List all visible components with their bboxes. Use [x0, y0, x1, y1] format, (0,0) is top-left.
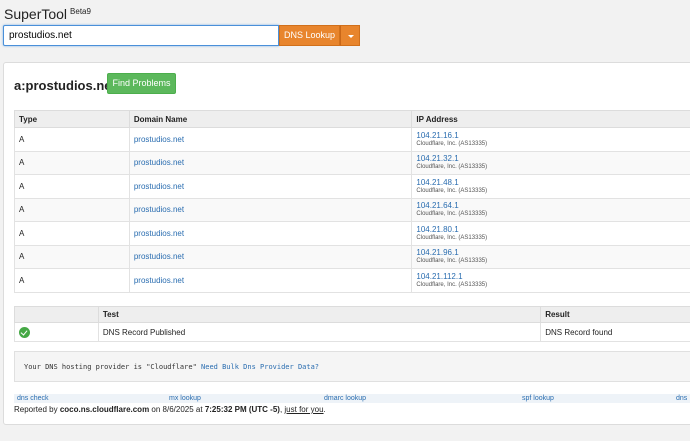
report-footer: Reported by coco.ns.cloudflare.com on 8/… — [14, 405, 326, 414]
column-header-ip: IP Address — [411, 110, 690, 128]
report-separator: , — [279, 405, 283, 414]
table-row: A prostudios.net 104.21.96.1 Cloudflare, … — [14, 244, 690, 269]
column-header-result: Result — [540, 306, 690, 323]
column-header-test: Test — [97, 306, 542, 323]
results-panel: a:prostudios.net Find Problems Type Doma… — [3, 62, 690, 425]
dmarc-lookup-link[interactable]: dmarc lookup — [324, 394, 366, 403]
result-title: a:prostudios.net — [14, 78, 116, 93]
brand: SuperTool Beta9 — [4, 6, 91, 22]
ip-org: Cloudflare, Inc. (AS13335) — [416, 140, 488, 147]
domain-link[interactable]: prostudios.net — [134, 276, 184, 285]
ip-org: Cloudflare, Inc. (AS13335) — [416, 258, 488, 265]
related-tools-links: dns check mx lookup dmarc lookup spf loo… — [14, 394, 690, 403]
reporting-server: coco.ns.cloudflare.com — [59, 405, 150, 414]
caret-down-icon — [348, 35, 354, 38]
dns-records-table: Type Domain Name IP Address A prostudios… — [14, 110, 690, 293]
dns-check-link[interactable]: dns check — [17, 394, 49, 403]
ip-link[interactable]: 104.21.80.1 — [416, 225, 690, 234]
beta-badge: Beta9 — [70, 7, 91, 16]
table-row: A prostudios.net 104.21.32.1 Cloudflare, … — [14, 150, 690, 175]
ip-link[interactable]: 104.21.96.1 — [416, 248, 690, 257]
report-end: . — [323, 405, 326, 414]
table-row: A prostudios.net 104.21.16.1 Cloudflare, … — [14, 127, 690, 152]
table-row: A prostudios.net 104.21.112.1 Cloudflare,… — [14, 268, 690, 293]
table-header-row: Test Result — [14, 306, 690, 323]
column-header-type: Type — [14, 110, 130, 128]
ip-link[interactable]: 104.21.32.1 — [416, 154, 690, 163]
record-type: A — [14, 244, 130, 269]
dns-lookup-button[interactable]: DNS Lookup — [279, 25, 340, 46]
report-date: on 8/6/2025 at — [151, 405, 203, 414]
ip-org: Cloudflare, Inc. (AS13335) — [416, 187, 488, 194]
ip-link[interactable]: 104.21.64.1 — [416, 201, 690, 210]
column-header-status — [14, 306, 99, 323]
lookup-dropdown-button[interactable] — [340, 25, 360, 46]
provider-text: Your DNS hosting provider is "Cloudflare… — [24, 363, 197, 371]
dns-link[interactable]: dns — [676, 394, 687, 403]
mx-lookup-link[interactable]: mx lookup — [169, 394, 201, 403]
check-circle-icon — [19, 326, 30, 338]
ip-link[interactable]: 104.21.48.1 — [416, 178, 690, 187]
table-header-row: Type Domain Name IP Address — [14, 110, 690, 128]
record-type: A — [14, 221, 130, 246]
record-type: A — [14, 268, 130, 293]
domain-link[interactable]: prostudios.net — [134, 158, 184, 167]
table-row: A prostudios.net 104.21.48.1 Cloudflare, … — [14, 174, 690, 199]
ip-org: Cloudflare, Inc. (AS13335) — [416, 281, 488, 288]
app-title: SuperTool — [4, 6, 68, 22]
record-type: A — [14, 150, 130, 175]
header: SuperToolBeta9 DNS Lookup — [0, 0, 690, 56]
record-type: A — [14, 127, 130, 152]
record-type: A — [14, 174, 130, 199]
find-problems-button[interactable]: Find Problems — [107, 73, 176, 94]
column-header-domain: Domain Name — [128, 110, 413, 128]
search-input[interactable] — [3, 25, 279, 46]
bulk-dns-provider-link[interactable]: Need Bulk Dns Provider Data? — [201, 363, 319, 371]
test-result: DNS Record found — [540, 322, 690, 342]
test-results-table: Test Result DNS Record Published DNS Rec… — [14, 306, 690, 342]
report-prefix: Reported by — [14, 405, 58, 414]
spf-lookup-link[interactable]: spf lookup — [522, 394, 554, 403]
ip-org: Cloudflare, Inc. (AS13335) — [416, 164, 488, 171]
table-row: A prostudios.net 104.21.64.1 Cloudflare, … — [14, 197, 690, 222]
domain-link[interactable]: prostudios.net — [134, 229, 184, 238]
report-time: 7:25:32 PM (UTC -5) — [204, 405, 280, 414]
ip-org: Cloudflare, Inc. (AS13335) — [416, 234, 488, 241]
test-name: DNS Record Published — [97, 322, 542, 342]
just-for-you-link[interactable]: just for you — [284, 405, 323, 414]
domain-link[interactable]: prostudios.net — [134, 252, 184, 261]
table-row: A prostudios.net 104.21.80.1 Cloudflare, … — [14, 221, 690, 246]
domain-link[interactable]: prostudios.net — [134, 135, 184, 144]
ip-link[interactable]: 104.21.16.1 — [416, 131, 690, 140]
ip-link[interactable]: 104.21.112.1 — [416, 272, 690, 281]
ip-org: Cloudflare, Inc. (AS13335) — [416, 211, 488, 218]
domain-link[interactable]: prostudios.net — [134, 205, 184, 214]
record-type: A — [14, 197, 130, 222]
domain-link[interactable]: prostudios.net — [134, 182, 184, 191]
table-row: DNS Record Published DNS Record found — [14, 322, 690, 342]
dns-provider-notice: Your DNS hosting provider is "Cloudflare… — [14, 351, 690, 382]
